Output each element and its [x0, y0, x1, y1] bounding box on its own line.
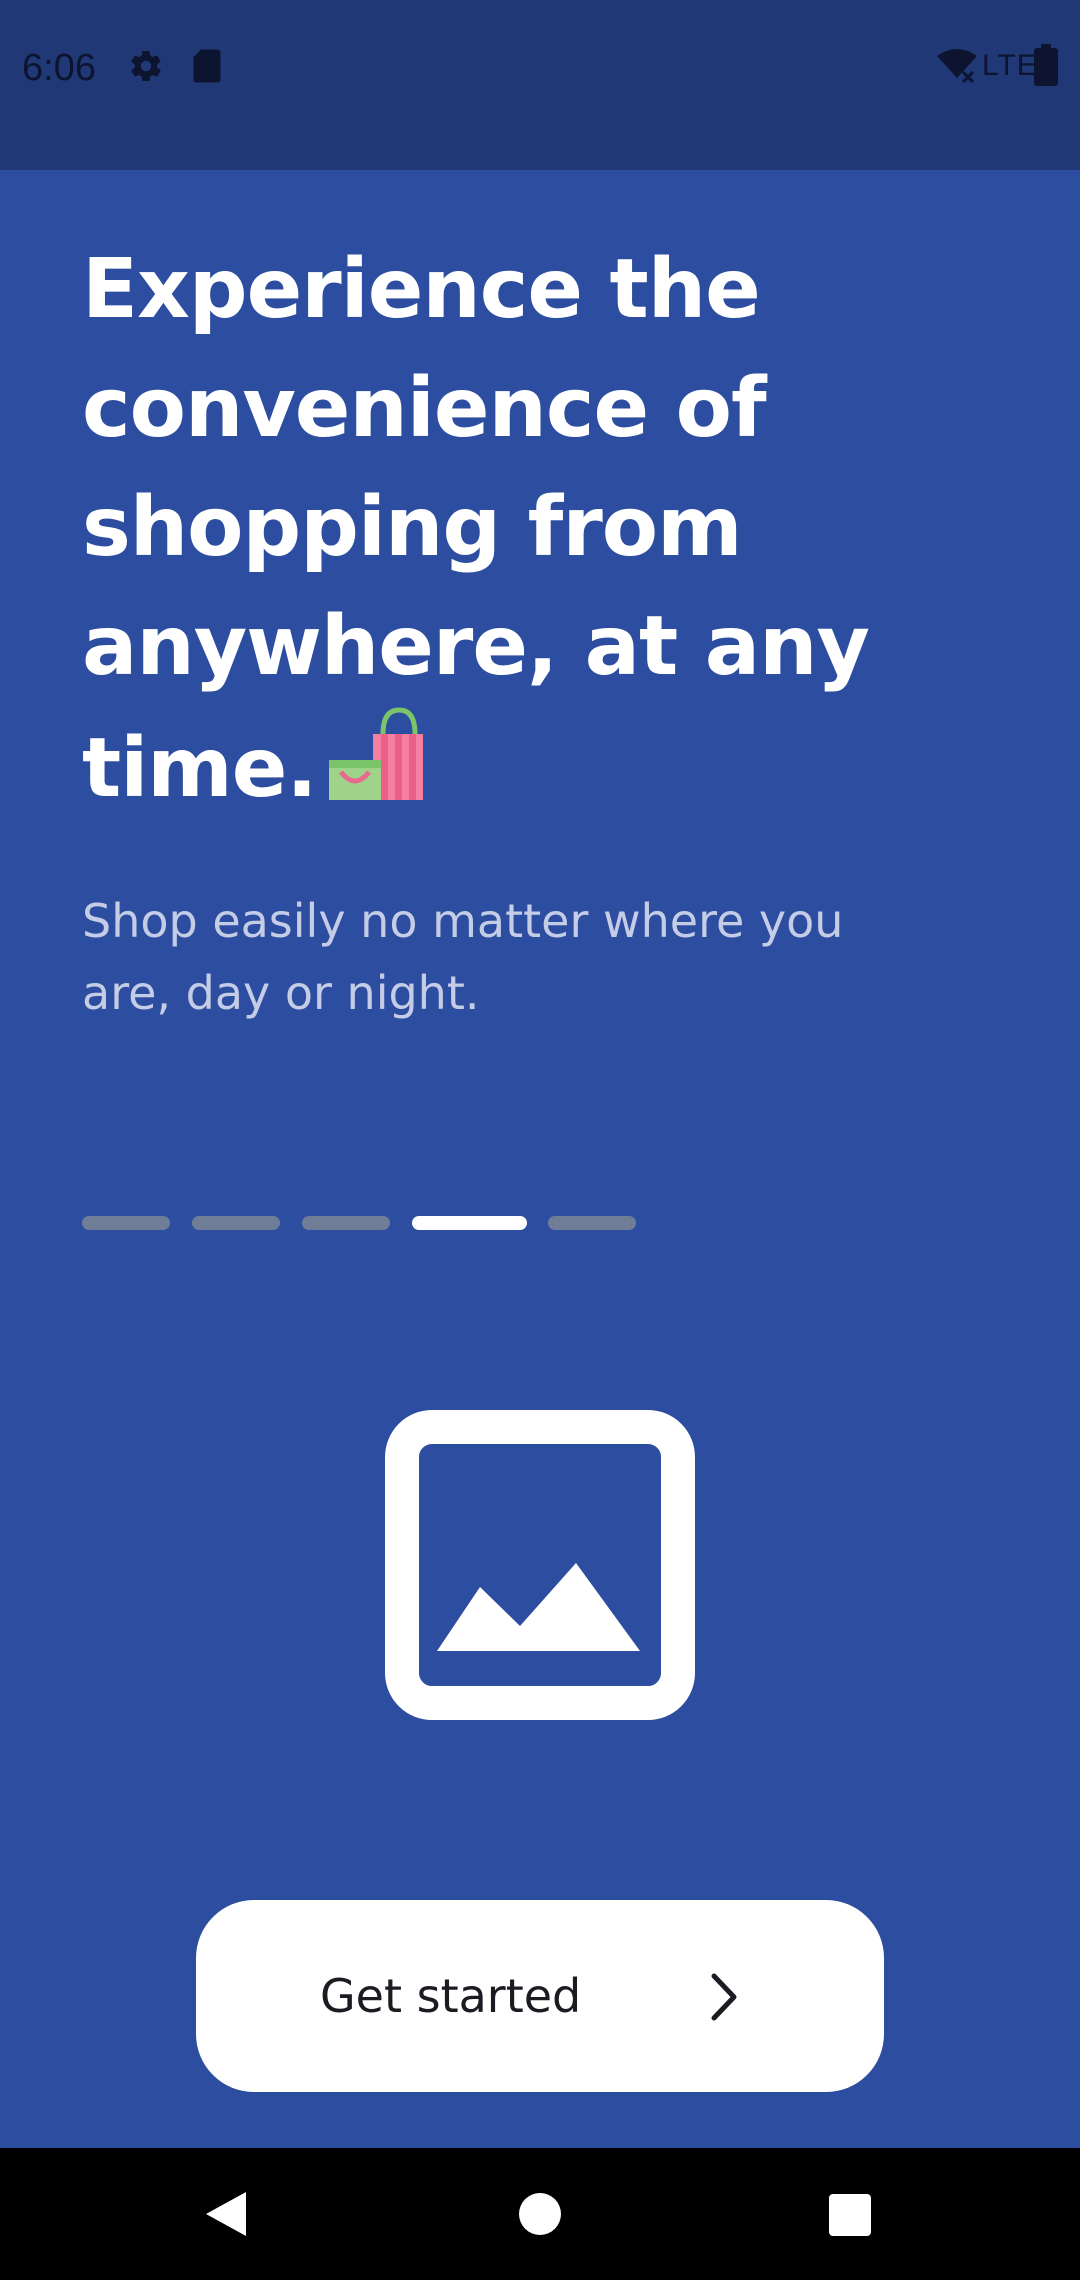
headline-text: Experience the convenience of shopping f…	[82, 242, 870, 816]
image-placeholder-icon	[385, 1410, 695, 1720]
back-icon[interactable]	[204, 2190, 248, 2238]
recents-icon[interactable]	[828, 2194, 872, 2236]
navigation-bar	[0, 2148, 1080, 2280]
onboarding-headline: Experience the convenience of shopping f…	[82, 230, 982, 828]
get-started-button[interactable]: Get started	[196, 1900, 884, 2092]
onboarding-subtitle: Shop easily no matter where you are, day…	[82, 894, 844, 1020]
home-icon[interactable]	[518, 2192, 562, 2236]
shopping-bags-icon	[328, 707, 423, 800]
network-type: LTE	[982, 49, 1038, 82]
status-time: 6:06	[22, 47, 96, 89]
status-bar: 6:06 LTE	[0, 0, 1080, 170]
chevron-right-icon	[711, 1973, 737, 2021]
get-started-label: Get started	[320, 1969, 582, 2023]
battery-icon	[1034, 44, 1058, 86]
page-indicator-dot-5[interactable]	[548, 1216, 636, 1230]
wifi-off-icon	[937, 49, 977, 84]
page-indicator-dot-4-active[interactable]	[412, 1216, 527, 1230]
page-indicator-dot-2[interactable]	[192, 1216, 280, 1230]
gear-icon	[131, 51, 161, 82]
page-indicator-dot-1[interactable]	[82, 1216, 170, 1230]
page-indicator-dot-3[interactable]	[302, 1216, 390, 1230]
sd-card-icon	[193, 49, 221, 83]
